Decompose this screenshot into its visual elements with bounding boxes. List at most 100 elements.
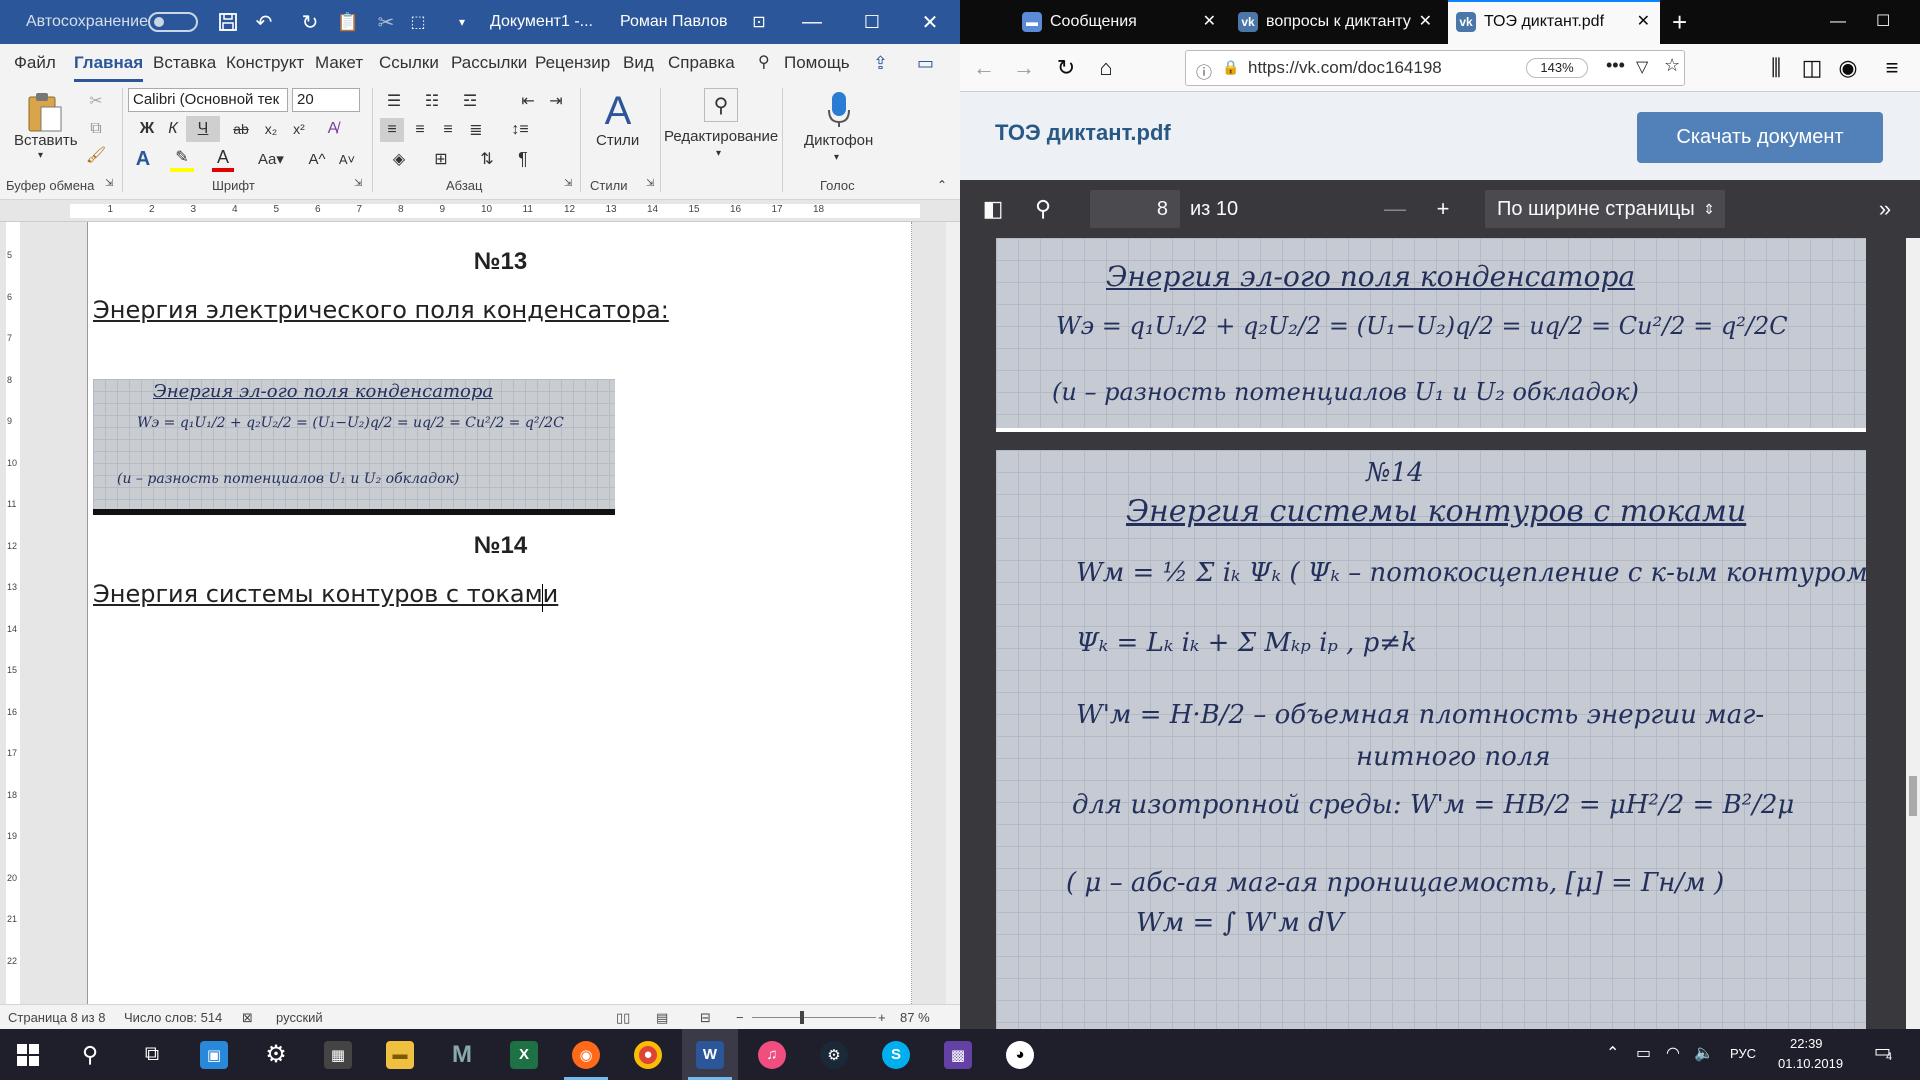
menu-icon[interactable]: ≡ <box>1876 52 1908 84</box>
zoom-out-icon[interactable]: − <box>736 1010 744 1025</box>
browser-tab-messages[interactable]: ▬ Сообщения ✕ <box>1014 0 1226 44</box>
zoom-in-pdf-icon[interactable]: + <box>1428 194 1458 224</box>
multilevel-list-icon[interactable]: ☲ <box>456 88 484 114</box>
tab-home[interactable]: Главная <box>74 44 144 82</box>
reload-icon[interactable]: ↻ <box>1050 52 1082 84</box>
justify-icon[interactable]: ≣ <box>464 118 488 142</box>
save-icon[interactable] <box>214 8 242 36</box>
cut-icon[interactable]: ✂ <box>84 90 108 112</box>
browser-maximize-icon[interactable]: ☐ <box>1876 0 1900 44</box>
word-scrollbar[interactable] <box>946 222 960 1004</box>
close-tab-icon[interactable]: ✕ <box>1637 2 1650 42</box>
status-word-count[interactable]: Число слов: 514 <box>124 1010 222 1025</box>
lock-icon[interactable]: 🔒 <box>1222 59 1239 76</box>
document-page[interactable]: №13 Энергия электрического поля конденса… <box>87 222 912 1004</box>
comments-icon[interactable]: ▭ <box>917 44 934 82</box>
read-mode-icon[interactable]: ▯▯ <box>616 1010 630 1026</box>
scale-select[interactable]: По ширине страницы ⇕ <box>1485 190 1725 228</box>
undo-icon[interactable]: ↶ <box>250 8 278 36</box>
numbering-icon[interactable]: ☷ <box>418 88 446 114</box>
web-layout-icon[interactable]: ⊟ <box>700 1010 711 1026</box>
start-icon[interactable] <box>0 1029 56 1080</box>
close-tab-icon[interactable]: ✕ <box>1203 0 1216 44</box>
discord-like-icon[interactable]: ◕ <box>992 1029 1048 1080</box>
firefox-icon[interactable]: ◉ <box>558 1029 614 1080</box>
italic-button[interactable]: К <box>162 116 184 142</box>
editing-label[interactable]: Редактирование <box>664 128 778 145</box>
shading-icon[interactable]: ◈ <box>384 146 414 172</box>
underline-button[interactable]: Ч <box>186 116 220 142</box>
status-language[interactable]: русский <box>276 1010 323 1025</box>
chrome-icon[interactable]: ● <box>620 1029 676 1080</box>
paste-quick-icon[interactable]: 📋 <box>334 8 362 36</box>
page-actions-icon[interactable]: ••• <box>1606 55 1625 76</box>
browser-tab-questions[interactable]: vk вопросы к диктанту ✕ <box>1230 0 1442 44</box>
editing-dropdown-icon[interactable]: ▾ <box>716 148 721 159</box>
new-tab-icon[interactable]: + <box>1672 0 1702 44</box>
styles-launcher-icon[interactable]: ⇲ <box>646 178 654 189</box>
wifi-icon[interactable]: ◠ <box>1666 1043 1680 1063</box>
proofing-icon[interactable]: ⊠ <box>242 1010 253 1026</box>
page-number-input[interactable]: 8 <box>1090 190 1180 228</box>
itunes-icon[interactable]: ♫ <box>744 1029 800 1080</box>
find-in-pdf-icon[interactable]: ⚲ <box>1028 194 1058 224</box>
align-center-icon[interactable]: ≡ <box>408 118 432 142</box>
contacts-app-icon[interactable]: ▣ <box>186 1029 242 1080</box>
address-bar[interactable]: ⓘ 🔒 https://vk.com/doc164198 143% ••• ▽ … <box>1185 50 1685 86</box>
autosave-toggle[interactable] <box>148 12 198 32</box>
steam-icon[interactable]: ⚙ <box>806 1029 862 1080</box>
shrink-font-icon[interactable]: A˅ <box>336 146 358 172</box>
calculator-icon[interactable]: ▦ <box>310 1029 366 1080</box>
collapse-ribbon-icon[interactable]: ⌃ <box>932 176 952 194</box>
styles-label[interactable]: Стили <box>596 132 639 149</box>
tab-design[interactable]: Конструкт <box>226 44 304 82</box>
bookmark-star-icon[interactable]: ☆ <box>1664 55 1680 76</box>
find-icon[interactable]: ⚲ <box>704 88 738 122</box>
cut-quick-icon[interactable]: ✂ <box>372 8 400 36</box>
library-icon[interactable]: ⫼ <box>1760 52 1792 84</box>
increase-indent-icon[interactable]: ⇥ <box>544 88 568 114</box>
tools-menu-icon[interactable]: » <box>1870 194 1900 224</box>
borders-icon[interactable]: ⊞ <box>426 146 456 172</box>
paste-icon[interactable] <box>24 90 66 136</box>
font-launcher-icon[interactable]: ⇲ <box>354 178 362 189</box>
show-marks-icon[interactable]: ¶ <box>512 146 534 172</box>
font-size-combo[interactable]: 20 <box>292 88 360 112</box>
tab-file[interactable]: Файл <box>14 44 56 82</box>
tab-mailings[interactable]: Рассылки <box>451 44 527 82</box>
subscript-button[interactable]: x₂ <box>258 116 284 142</box>
microphone-icon[interactable] <box>822 88 856 130</box>
zoom-out-pdf-icon[interactable]: — <box>1380 194 1410 224</box>
download-button[interactable]: Скачать документ <box>1637 112 1883 163</box>
clear-formatting-icon[interactable]: A̸ <box>320 116 346 142</box>
bold-button[interactable]: Ж <box>136 116 158 142</box>
twitch-icon[interactable]: ▩ <box>930 1029 986 1080</box>
info-icon[interactable]: ⓘ <box>1196 59 1212 83</box>
ribbon-display-icon[interactable]: ⊡ <box>745 8 773 36</box>
account-icon[interactable]: ◉ <box>1832 52 1864 84</box>
tab-references[interactable]: Ссылки <box>379 44 439 82</box>
battery-icon[interactable]: ▭ <box>1636 1043 1651 1063</box>
task-view-icon[interactable]: ⧉ <box>124 1029 180 1080</box>
align-right-icon[interactable]: ≡ <box>436 118 460 142</box>
tab-view[interactable]: Вид <box>623 44 654 82</box>
font-color-icon[interactable]: A <box>212 146 234 172</box>
tray-expand-icon[interactable]: ⌃ <box>1606 1043 1619 1063</box>
close-tab-icon[interactable]: ✕ <box>1419 0 1432 44</box>
clipboard-launcher-icon[interactable]: ⇲ <box>105 178 113 189</box>
file-explorer-icon[interactable]: ▬ <box>372 1029 428 1080</box>
minimize-icon[interactable]: — <box>798 8 826 36</box>
horizontal-ruler[interactable]: 1 2 3 4 5 6 7 8 9 10 11 12 13 14 15 16 17 18 <box>0 200 960 222</box>
share-icon[interactable]: ⇪ <box>873 44 888 82</box>
clock-date[interactable]: 01.10.2019 <box>1778 1056 1843 1071</box>
styles-icon[interactable]: A <box>594 88 642 134</box>
mathcad-icon[interactable]: M <box>434 1029 490 1080</box>
back-icon[interactable]: ← <box>968 52 1000 84</box>
zoom-slider-thumb[interactable] <box>800 1011 804 1024</box>
font-name-combo[interactable]: Calibri (Основной тек <box>128 88 288 112</box>
grow-font-icon[interactable]: A^ <box>306 146 328 172</box>
dictate-label[interactable]: Диктофон <box>804 132 873 149</box>
search-icon[interactable]: ⚲ <box>62 1029 118 1080</box>
sort-icon[interactable]: ⇅ <box>476 146 498 172</box>
browser-tab-pdf[interactable]: vk ТОЭ диктант.pdf ✕ <box>1448 0 1660 44</box>
